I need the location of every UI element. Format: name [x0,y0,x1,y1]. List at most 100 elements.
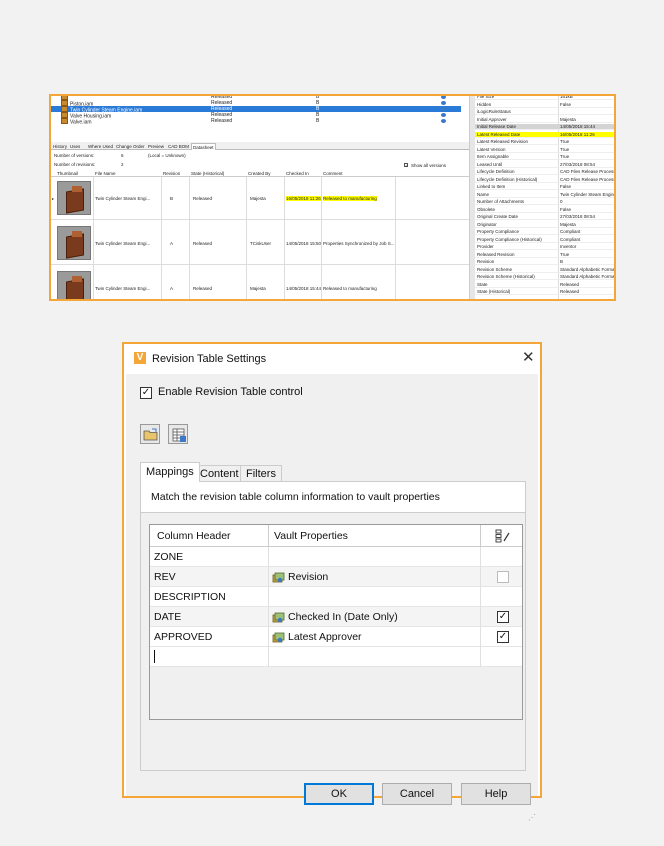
vault-tab-change-order[interactable]: Change Order [115,143,146,150]
property-row[interactable]: Hidden False [475,101,614,108]
mapping-checkbox[interactable]: ✓ [497,611,509,623]
import-table-button[interactable] [168,424,188,444]
property-value: B [560,259,564,264]
history-row[interactable]: Twin Cylinder Steam Engi... A Released Maje… [51,267,469,299]
mapping-column-header: ZONE [154,551,184,563]
property-row[interactable]: Property Compliance (Historical) Complian… [475,236,614,243]
mapping-row[interactable]: DESCRIPTION [150,587,522,607]
mapping-row[interactable]: APPROVED Latest Approver ✓ [150,627,522,647]
property-row[interactable]: Originator Majesta [475,221,614,228]
property-value: 0 [560,199,563,204]
vault-tab-history[interactable]: History [52,143,68,150]
property-name: Hidden [477,101,492,107]
history-column-heading: Thumbnail [57,171,79,176]
property-value: Majesta [560,221,576,227]
file-state: Released [211,118,233,124]
dialog-title-bar: V Revision Table Settings ✕ [124,344,540,374]
vault-tab-uses[interactable]: Uses [69,143,81,150]
tab-content[interactable]: Content [194,465,245,482]
property-value: Released [560,281,580,287]
property-name: Latest Version [477,146,506,152]
new-mapping-row[interactable] [150,647,522,667]
property-row[interactable]: Linked to Item False [475,184,614,190]
mapping-row[interactable]: DATE Checked In (Date Only) ✓ [150,607,522,627]
property-row[interactable]: Revision B [475,259,614,265]
mapping-checkbox-disabled [497,571,509,583]
mapping-column-header: DATE [154,611,182,623]
property-name: Latest Released Date [477,131,521,137]
property-row[interactable]: File Size 161kB [475,96,614,100]
history-column-heading: File Name [95,171,116,176]
property-value: 27/03/2018 08:54 [560,161,596,167]
import-table-icon [172,428,186,442]
help-button[interactable]: Help [461,783,531,805]
resize-grip-icon[interactable]: ⋰ [528,814,538,824]
history-column-heading: Checked In [286,171,309,176]
property-row[interactable]: Obsolete False [475,207,614,213]
property-row[interactable]: Name Twin Cylinder Steam Engine [475,191,614,198]
file-list-row[interactable]: Valve.iam Released B [51,118,461,125]
tab-filters[interactable]: Filters [240,465,282,482]
property-row[interactable]: Property Compliance Compliant [475,229,614,235]
property-name: Name [477,191,490,197]
property-row[interactable]: iLogicRuleStatus [475,109,614,115]
enable-revision-table-checkbox[interactable]: ✓ [140,387,152,399]
history-column-separator [321,177,322,299]
property-name: Revision Scheme [477,266,513,272]
mapping-checkbox[interactable]: ✓ [497,631,509,643]
property-name: Property Compliance [477,229,520,234]
property-value: CAD Files Release Process [560,169,616,174]
property-row[interactable]: Revision Scheme Standard Alphabetic Forma… [475,266,614,273]
mapping-column-header: APPROVED [154,631,213,643]
property-row[interactable]: Initial Release Date 14/05/2018 15:44 [475,124,614,130]
open-folder-button[interactable] [140,424,160,444]
property-row[interactable]: Revision Scheme (Historical) Standard Alp… [475,274,614,280]
history-revision: B [170,196,174,201]
history-column-heading: Comment [323,171,343,176]
property-name: File Size [477,96,495,99]
vault-tab-preview[interactable]: Preview [147,143,165,150]
property-row[interactable]: Item Assignable True [475,154,614,160]
close-icon[interactable]: ✕ [522,350,535,365]
cancel-button[interactable]: Cancel [382,783,452,805]
show-all-versions-checkbox[interactable]: ✓ [404,163,408,168]
property-row[interactable]: Lifecycle Definition (Historical) CAD Fil… [475,176,614,183]
current-row-arrow-icon: ▸ [52,196,55,201]
property-row[interactable]: Latest Version True [475,146,614,153]
property-name: Number of Attachments [477,199,525,204]
grid-area: Column Header Vault Properties ZONE REV Re… [141,513,525,770]
history-row[interactable]: ▸ Twin Cylinder Steam Engi... B Released Maj… [51,177,469,220]
tab-mappings[interactable]: Mappings [140,462,200,482]
property-row[interactable]: Latest Released Revision True [475,139,614,145]
property-row[interactable]: Leased Until 27/03/2018 08:54 [475,161,614,168]
property-row[interactable]: Latest Released Date 16/05/2018 11:26 [475,131,614,138]
ok-button[interactable]: OK [304,783,374,805]
vault-screenshot: Released B Piston.iam Released B Twin Cylinde… [49,94,616,301]
property-row[interactable]: Provider Inventor [475,244,614,250]
property-row[interactable]: Original Create Date 27/03/2018 08:54 [475,214,614,220]
vault-tab-cad-bom[interactable]: CAD BOM [167,143,190,150]
vault-app-icon: V [134,352,146,364]
property-name: Leased Until [477,161,503,167]
property-value: Compliant [560,236,581,242]
history-created-by: Majesta [250,286,266,291]
property-row[interactable]: Initial Approver Majesta [475,117,614,123]
vault-tab-datasheet[interactable]: Datasheet [191,143,216,150]
history-row[interactable]: Twin Cylinder Steam Engi... A Released TCis… [51,222,469,265]
property-row[interactable]: State (Historical) Released [475,289,614,295]
versions-label: Number of versions: [54,153,95,158]
edit-mapping-icon[interactable] [495,529,511,543]
history-revision: A [170,241,174,246]
mapping-row[interactable]: REV Revision [150,567,522,587]
property-row[interactable]: State Released [475,281,614,288]
property-value: Inventor [560,244,577,249]
property-row[interactable]: Released Revision True [475,252,614,258]
property-name: Lifecycle Definition (Historical) [477,176,538,182]
property-row[interactable]: Lifecycle Definition CAD Files Release Pr… [475,169,616,175]
history-column-separator [161,177,162,299]
vault-tab-where-used[interactable]: Where Used [87,143,114,150]
mapping-row[interactable]: ZONE [150,547,522,567]
property-row[interactable]: Number of Attachments 0 [475,199,614,205]
open-folder-icon [143,428,158,441]
history-comment: Released to manufacturing [323,286,377,291]
